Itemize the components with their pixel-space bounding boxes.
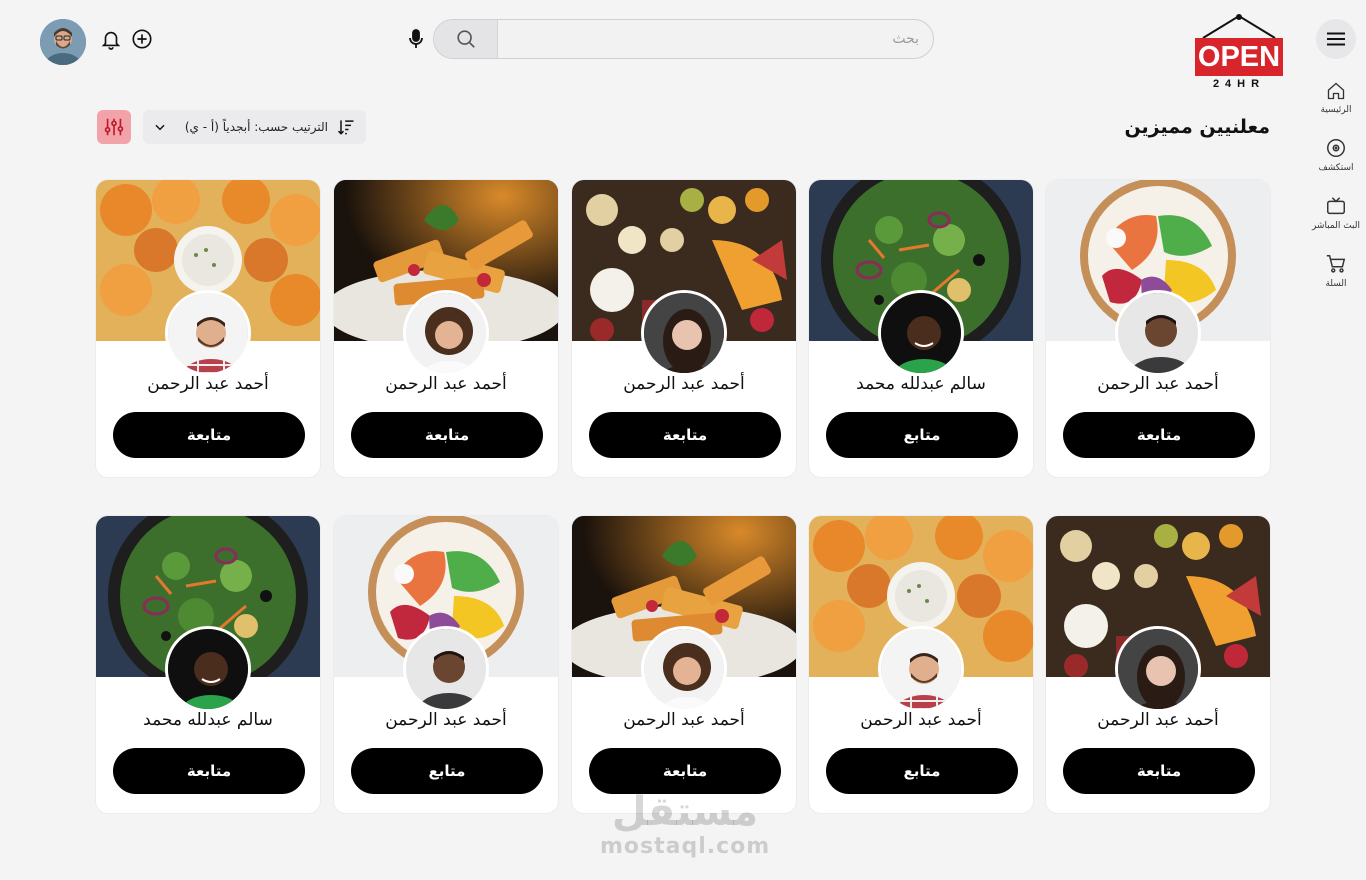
filter-button[interactable] [97, 110, 131, 144]
advertiser-avatar[interactable] [403, 290, 489, 376]
sidebar: الرئيسية استكشف البث المباشر السلة [1306, 0, 1366, 880]
advertiser-name[interactable]: أحمد عبد الرحمن [1046, 710, 1270, 730]
follow-button[interactable]: متابعة [113, 748, 305, 794]
sidebar-item-label: استكشف [1318, 163, 1354, 173]
follow-button[interactable]: متابع [351, 748, 543, 794]
mic-button[interactable] [404, 27, 428, 51]
sidebar-item-live[interactable]: البث المباشر [1308, 195, 1364, 231]
follow-button[interactable]: متابع [826, 412, 1018, 458]
sidebar-item-label: السلة [1325, 279, 1347, 289]
sort-label: الترتيب حسب: أبجدياً (أ - ي) [184, 120, 328, 134]
advertiser-avatar[interactable] [165, 290, 251, 376]
advertiser-name[interactable]: أحمد عبد الرحمن [572, 710, 796, 730]
advertiser-avatar[interactable] [878, 626, 964, 712]
page-title: معلنيين مميزين [1124, 116, 1270, 138]
advertiser-avatar[interactable] [165, 626, 251, 712]
logo-hours-text: 24HR [1212, 78, 1266, 90]
follow-button[interactable]: متابعة [1063, 412, 1255, 458]
advertiser-name[interactable]: سالم عبدلله محمد [809, 374, 1033, 394]
logo-open-text: OPEN [1195, 38, 1283, 76]
microphone-icon [409, 29, 423, 48]
user-avatar[interactable] [40, 19, 86, 65]
sidebar-item-home[interactable]: الرئيسية [1308, 81, 1364, 115]
advertiser-card[interactable]: أحمد عبد الرحمن متابع [809, 516, 1033, 813]
add-button[interactable] [131, 28, 153, 54]
sidebar-item-cart[interactable]: السلة [1308, 253, 1364, 289]
tv-icon [1327, 197, 1345, 215]
follow-button[interactable]: متابعة [589, 412, 781, 458]
plus-circle-icon [132, 29, 152, 49]
advertiser-name[interactable]: أحمد عبد الرحمن [334, 374, 558, 394]
follow-button[interactable]: متابعة [113, 412, 305, 458]
sort-dropdown[interactable]: الترتيب حسب: أبجدياً (أ - ي) [143, 110, 366, 144]
watermark-arabic: مستقل [611, 789, 759, 835]
advertiser-name[interactable]: أحمد عبد الرحمن [1046, 374, 1270, 394]
bell-icon [101, 31, 121, 50]
home-icon [1327, 82, 1345, 100]
advertiser-card[interactable]: أحمد عبد الرحمن متابعة [334, 180, 558, 477]
advertiser-name[interactable]: أحمد عبد الرحمن [809, 710, 1033, 730]
follow-button[interactable]: متابع [826, 748, 1018, 794]
follow-button[interactable]: متابعة [589, 748, 781, 794]
follow-button[interactable]: متابعة [1063, 748, 1255, 794]
watermark: مستقل mostaql.com [600, 790, 770, 859]
advertiser-card[interactable]: سالم عبدلله محمد متابع [809, 180, 1033, 477]
search-button[interactable] [434, 20, 498, 58]
advertiser-card[interactable]: أحمد عبد الرحمن متابعة [96, 180, 320, 477]
search-input[interactable] [498, 20, 933, 58]
advertiser-avatar[interactable] [403, 626, 489, 712]
advertiser-card[interactable]: أحمد عبد الرحمن متابعة [1046, 180, 1270, 477]
user-area [40, 19, 86, 65]
advertiser-card[interactable]: سالم عبدلله محمد متابعة [96, 516, 320, 813]
open-24hr-logo[interactable]: OPEN 24HR [1193, 12, 1285, 94]
advertiser-avatar[interactable] [641, 290, 727, 376]
search-bar [433, 19, 934, 59]
sidebar-item-label: البث المباشر [1311, 221, 1361, 231]
advertiser-name[interactable]: أحمد عبد الرحمن [334, 710, 558, 730]
advertiser-avatar[interactable] [641, 626, 727, 712]
advertiser-avatar[interactable] [878, 290, 964, 376]
notifications-button[interactable] [100, 28, 122, 54]
chevron-down-icon [155, 124, 165, 131]
advertiser-card[interactable]: أحمد عبد الرحمن متابعة [1046, 516, 1270, 813]
cart-icon [1326, 255, 1346, 273]
sliders-icon [104, 118, 124, 136]
watermark-url: mostaql.com [600, 834, 771, 859]
hamburger-icon [1327, 32, 1345, 46]
advertiser-avatar[interactable] [1115, 626, 1201, 712]
search-icon [456, 30, 475, 48]
advertiser-card[interactable]: أحمد عبد الرحمن متابع [334, 516, 558, 813]
advertiser-avatar[interactable] [1115, 290, 1201, 376]
advertiser-name[interactable]: سالم عبدلله محمد [96, 710, 320, 730]
advertiser-card[interactable]: أحمد عبد الرحمن متابعة [572, 180, 796, 477]
sidebar-item-label: الرئيسية [1320, 105, 1352, 115]
sort-icon [337, 120, 354, 135]
follow-button[interactable]: متابعة [351, 412, 543, 458]
advertiser-name[interactable]: أحمد عبد الرحمن [96, 374, 320, 394]
sidebar-item-explore[interactable]: استكشف [1308, 137, 1364, 173]
advertiser-name[interactable]: أحمد عبد الرحمن [572, 374, 796, 394]
menu-button[interactable] [1316, 19, 1356, 59]
user-avatar-image [40, 19, 86, 65]
explore-icon [1327, 139, 1345, 157]
advertiser-card[interactable]: أحمد عبد الرحمن متابعة [572, 516, 796, 813]
